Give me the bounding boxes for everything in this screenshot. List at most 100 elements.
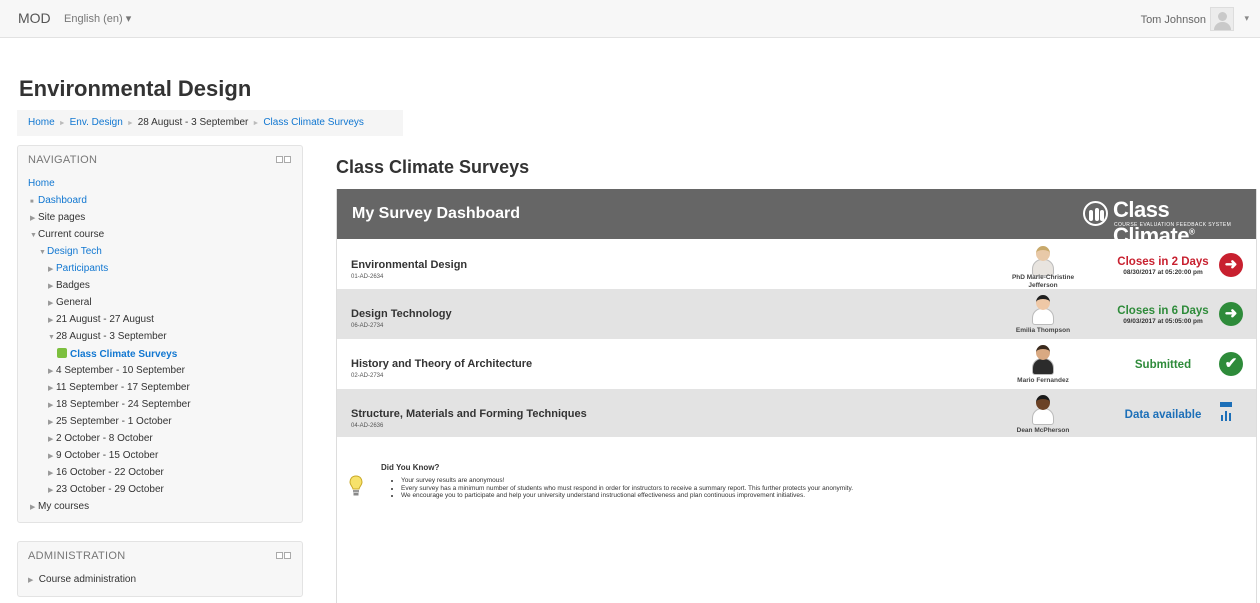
- course-title[interactable]: Structure, Materials and Forming Techniq…: [351, 408, 587, 420]
- sidebar-item-class-climate-surveys[interactable]: Class Climate Surveys: [57, 348, 177, 361]
- sidebar-item-label: Home: [28, 178, 55, 189]
- breadcrumb-item[interactable]: Env. Design: [70, 117, 123, 128]
- sidebar-item-4-september-10-september[interactable]: ▶ 4 September - 10 September: [48, 365, 185, 378]
- sidebar-item-label: 9 October - 15 October: [56, 450, 159, 461]
- dashboard-title: My Survey Dashboard: [352, 205, 521, 222]
- expand-arrow-icon: ▶: [48, 453, 54, 460]
- sidebar-item-label: 2 October - 8 October: [56, 433, 153, 444]
- open-survey-arrow-icon[interactable]: ➜: [1219, 302, 1243, 326]
- sidebar-item-21-august-27-august[interactable]: ▶ 21 August - 27 August: [48, 314, 154, 327]
- expand-arrow-icon: ▶: [48, 487, 54, 494]
- sidebar-item-dashboard[interactable]: ■ Dashboard: [30, 195, 87, 208]
- sidebar-item-label: 18 September - 24 September: [56, 399, 191, 410]
- breadcrumb-item[interactable]: Home: [28, 117, 55, 128]
- collapse-block-icon[interactable]: [276, 552, 283, 559]
- dock-block-icon[interactable]: [284, 156, 291, 163]
- survey-row[interactable]: History and Theory of Architecture 02-AD-…: [337, 339, 1256, 389]
- sidebar-item-9-october-15-october[interactable]: ▶ 9 October - 15 October: [48, 450, 158, 463]
- navigation-block-title: NAVIGATION: [28, 154, 98, 166]
- instructor-name: PhD Marie-Christine Jefferson: [1011, 274, 1075, 289]
- instructor-name: Emilia Thompson: [1015, 327, 1071, 334]
- survey-status: Data available: [1107, 409, 1219, 421]
- sidebar-item-2-october-8-october[interactable]: ▶ 2 October - 8 October: [48, 433, 153, 446]
- collapse-arrow-icon: ▼: [30, 232, 37, 239]
- user-menu-caret-icon[interactable]: ▾: [1244, 13, 1249, 24]
- sidebar-item-general[interactable]: ▶ General: [48, 297, 92, 310]
- course-title[interactable]: Environmental Design: [351, 259, 467, 271]
- sidebar-item-label: Site pages: [38, 212, 86, 223]
- instructor-photo: [1031, 344, 1055, 375]
- chart-bar: [1221, 415, 1223, 421]
- sidebar-item-25-september-1-october[interactable]: ▶ 25 September - 1 October: [48, 416, 172, 429]
- sidebar-item-home[interactable]: Home: [28, 178, 55, 190]
- open-survey-arrow-icon[interactable]: ➜: [1219, 253, 1243, 277]
- breadcrumb-separator-icon: ►: [58, 120, 66, 127]
- breadcrumb-separator-icon: ►: [126, 120, 134, 127]
- chart-header-bar: [1220, 402, 1232, 407]
- site-brand[interactable]: MOD: [18, 10, 51, 26]
- sidebar-item-site-pages[interactable]: ▶ Site pages: [30, 212, 85, 225]
- survey-row[interactable]: Structure, Materials and Forming Techniq…: [337, 389, 1256, 437]
- sidebar-item-label: 21 August - 27 August: [56, 314, 154, 325]
- survey-dashboard: My Survey Dashboard Class Climate® COURS…: [336, 189, 1257, 603]
- collapse-arrow-icon: ▼: [48, 334, 55, 341]
- status-label: Data available: [1124, 409, 1202, 421]
- submitted-check-icon[interactable]: ✔: [1219, 352, 1243, 376]
- course-code: 04-AD-2636: [351, 423, 384, 429]
- breadcrumb-item[interactable]: Class Climate Surveys: [263, 117, 364, 128]
- expand-arrow-icon: ▶: [48, 266, 54, 273]
- sidebar-item-participants[interactable]: ▶ Participants: [48, 263, 108, 276]
- sidebar-item-badges[interactable]: ▶ Badges: [48, 280, 90, 293]
- course-code: 06-AD-2734: [351, 323, 384, 329]
- block-controls[interactable]: [276, 552, 291, 559]
- avatar[interactable]: [1210, 7, 1234, 31]
- sidebar-item-label: 23 October - 29 October: [56, 484, 164, 495]
- class-climate-logo-icon: [1083, 201, 1108, 226]
- sidebar-item-label: 16 October - 22 October: [56, 467, 164, 478]
- expand-arrow-icon: ▶: [48, 419, 54, 426]
- sidebar-item-label: Course administration: [38, 574, 137, 585]
- dock-block-icon[interactable]: [284, 552, 291, 559]
- expand-arrow-icon: ▶: [48, 436, 54, 443]
- tip-item: Every survey has a minimum number of stu…: [401, 485, 853, 493]
- language-menu[interactable]: English (en) ▾: [64, 12, 131, 25]
- lightbulb-icon: [349, 475, 363, 496]
- avatar-head-shape: [1218, 12, 1227, 21]
- survey-row[interactable]: Environmental Design 01-AD-2634 PhD Marie-…: [337, 240, 1256, 289]
- sidebar-item-16-october-22-october[interactable]: ▶ 16 October - 22 October: [48, 467, 164, 480]
- instructor-photo: [1031, 394, 1055, 425]
- instructor-photo: [1031, 245, 1055, 276]
- sidebar-item-28-august-3-september[interactable]: ▼28 August - 3 September: [48, 331, 167, 344]
- sidebar-item-my-courses[interactable]: ▶ My courses: [30, 501, 89, 514]
- instructor-name: Mario Fernandez: [1017, 377, 1069, 384]
- collapse-arrow-icon: ▼: [39, 249, 46, 256]
- instructor-head-shape: [1036, 246, 1050, 261]
- sidebar-item-label: 25 September - 1 October: [56, 416, 172, 427]
- sidebar-item-11-september-17-september[interactable]: ▶ 11 September - 17 September: [48, 382, 190, 395]
- user-name[interactable]: Tom Johnson: [1141, 14, 1206, 26]
- did-you-know-list: Your survey results are anonymous! Every…: [401, 477, 853, 500]
- sidebar-item-design-tech[interactable]: ▼Design Tech: [39, 246, 102, 259]
- navigation-block: NAVIGATION Home ■ Dashboard ▶ Site pages ▼Cur…: [17, 145, 303, 523]
- puzzle-icon: [57, 348, 67, 358]
- sidebar-item-course-administration[interactable]: ▶ Course administration: [28, 574, 136, 587]
- block-controls[interactable]: [276, 156, 291, 163]
- sidebar-item-18-september-24-september[interactable]: ▶ 18 September - 24 September: [48, 399, 191, 412]
- course-title[interactable]: History and Theory of Architecture: [351, 358, 532, 370]
- sidebar-item-23-october-29-october[interactable]: ▶ 23 October - 29 October: [48, 484, 164, 497]
- instructor-photo: [1031, 294, 1055, 325]
- expand-arrow-icon: ▶: [48, 402, 54, 409]
- sidebar-item-label: Class Climate Surveys: [70, 349, 178, 360]
- closing-date: 08/30/2017 at 05:20:00 pm: [1123, 269, 1203, 276]
- sidebar-item-label: Current course: [38, 229, 105, 240]
- report-chart-icon[interactable]: [1220, 402, 1232, 422]
- sidebar-item-label: 4 September - 10 September: [56, 365, 185, 376]
- status-label: Closes in 6 Days: [1117, 305, 1209, 317]
- breadcrumb-item: 28 August - 3 September: [137, 117, 249, 128]
- course-title[interactable]: Design Technology: [351, 308, 452, 320]
- survey-row[interactable]: Design Technology 06-AD-2734 Emilia Thomps…: [337, 289, 1256, 339]
- report-chart-svg: [1220, 402, 1232, 421]
- sidebar-item-label: Dashboard: [38, 195, 87, 206]
- sidebar-item-current-course[interactable]: ▼Current course: [30, 229, 104, 242]
- collapse-block-icon[interactable]: [276, 156, 283, 163]
